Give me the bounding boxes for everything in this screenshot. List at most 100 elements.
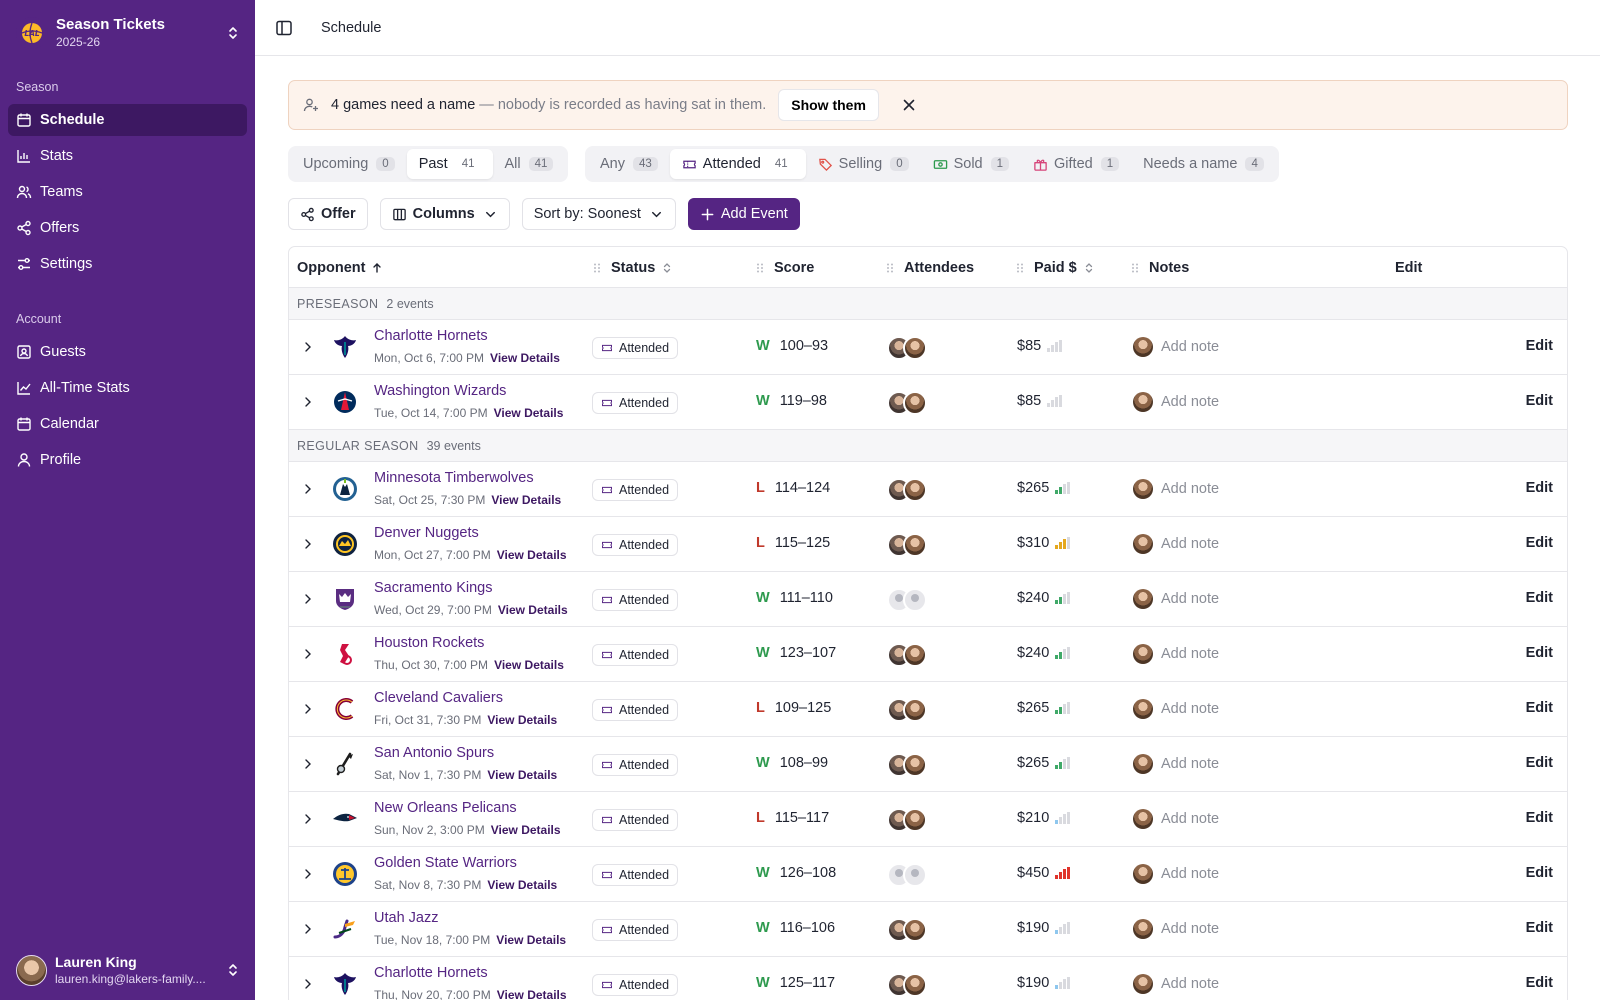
table-row[interactable]: Houston Rockets Thu, Oct 30, 7:00 PM View… (289, 627, 1567, 682)
edit-button[interactable]: Edit (1523, 975, 1553, 991)
table-row[interactable]: San Antonio Spurs Sat, Nov 1, 7:30 PM Vie… (289, 737, 1567, 792)
chevron-right-icon[interactable] (301, 647, 315, 661)
view-details-link[interactable]: View Details (487, 878, 557, 892)
opponent-name[interactable]: Houston Rockets (374, 635, 484, 651)
tab-all[interactable]: All 41 (493, 149, 566, 179)
drag-handle-icon[interactable] (884, 262, 896, 274)
chevron-right-icon[interactable] (301, 537, 315, 551)
attendees[interactable] (887, 753, 927, 777)
attendees[interactable] (887, 863, 927, 887)
attendees[interactable] (887, 588, 927, 612)
tab-gifted[interactable]: Gifted 1 (1021, 149, 1131, 179)
attendees[interactable] (887, 918, 927, 942)
attendees[interactable] (887, 336, 927, 360)
view-details-link[interactable]: View Details (498, 603, 568, 617)
table-row[interactable]: Denver Nuggets Mon, Oct 27, 7:00 PM View … (289, 517, 1567, 572)
add-note-button[interactable]: Add note (1133, 754, 1219, 774)
opponent-name[interactable]: Golden State Warriors (374, 855, 517, 871)
attendees[interactable] (887, 391, 927, 415)
view-details-link[interactable]: View Details (491, 823, 561, 837)
attendees[interactable] (887, 698, 927, 722)
table-row[interactable]: Sacramento Kings Wed, Oct 29, 7:00 PM Vie… (289, 572, 1567, 627)
offer-button[interactable]: Offer (288, 198, 368, 230)
add-note-button[interactable]: Add note (1133, 974, 1219, 994)
add-note-button[interactable]: Add note (1133, 699, 1219, 719)
attendees[interactable] (887, 478, 927, 502)
view-details-link[interactable]: View Details (487, 713, 557, 727)
close-icon[interactable] (901, 97, 917, 113)
add-note-button[interactable]: Add note (1133, 392, 1219, 412)
opponent-name[interactable]: Denver Nuggets (374, 525, 479, 541)
sidebar-toggle-icon[interactable] (275, 19, 293, 37)
column-opponent[interactable]: Opponent (297, 247, 383, 288)
columns-button[interactable]: Columns (379, 198, 510, 230)
view-details-link[interactable]: View Details (490, 351, 560, 365)
chevron-right-icon[interactable] (301, 395, 315, 409)
view-details-link[interactable]: View Details (497, 988, 567, 1000)
drag-handle-icon[interactable] (1129, 262, 1141, 274)
nav-item-teams[interactable]: Teams (8, 176, 247, 208)
chevron-right-icon[interactable] (301, 592, 315, 606)
show-them-button[interactable]: Show them (778, 89, 879, 121)
nav-item-all-time-stats[interactable]: All-Time Stats (8, 372, 247, 404)
edit-button[interactable]: Edit (1523, 393, 1553, 409)
opponent-name[interactable]: San Antonio Spurs (374, 745, 494, 761)
view-details-link[interactable]: View Details (494, 658, 564, 672)
opponent-name[interactable]: Charlotte Hornets (374, 328, 488, 344)
drag-handle-icon[interactable] (1014, 262, 1026, 274)
column-notes[interactable]: Notes (1129, 247, 1189, 288)
edit-button[interactable]: Edit (1523, 338, 1553, 354)
chevron-right-icon[interactable] (301, 340, 315, 354)
edit-button[interactable]: Edit (1523, 645, 1553, 661)
edit-button[interactable]: Edit (1523, 535, 1553, 551)
attendees[interactable] (887, 808, 927, 832)
edit-button[interactable]: Edit (1523, 865, 1553, 881)
season-switcher[interactable]: LAL Season Tickets 2025-26 (16, 14, 241, 52)
chevron-right-icon[interactable] (301, 922, 315, 936)
table-row[interactable]: Washington Wizards Tue, Oct 14, 7:00 PM V… (289, 375, 1567, 430)
nav-item-stats[interactable]: Stats (8, 140, 247, 172)
opponent-name[interactable]: Minnesota Timberwolves (374, 470, 534, 486)
nav-item-guests[interactable]: Guests (8, 336, 247, 368)
opponent-name[interactable]: Washington Wizards (374, 383, 506, 399)
chevron-right-icon[interactable] (301, 757, 315, 771)
tab-upcoming[interactable]: Upcoming 0 (291, 149, 407, 179)
chevron-right-icon[interactable] (301, 977, 315, 991)
nav-item-settings[interactable]: Settings (8, 248, 247, 280)
view-details-link[interactable]: View Details (496, 933, 566, 947)
tab-any[interactable]: Any 43 (588, 149, 670, 179)
edit-button[interactable]: Edit (1523, 810, 1553, 826)
edit-button[interactable]: Edit (1523, 700, 1553, 716)
attendees[interactable] (887, 533, 927, 557)
column-paid[interactable]: Paid $ (1014, 247, 1095, 288)
tab-needs-a-name[interactable]: Needs a name 4 (1131, 149, 1276, 179)
tab-attended[interactable]: Attended 41 (669, 149, 806, 179)
opponent-name[interactable]: Sacramento Kings (374, 580, 492, 596)
opponent-name[interactable]: Cleveland Cavaliers (374, 690, 503, 706)
table-row[interactable]: New Orleans Pelicans Sun, Nov 2, 3:00 PM… (289, 792, 1567, 847)
tab-past[interactable]: Past 41 (406, 149, 493, 179)
table-row[interactable]: Cleveland Cavaliers Fri, Oct 31, 7:30 PM… (289, 682, 1567, 737)
edit-button[interactable]: Edit (1523, 480, 1553, 496)
tab-sold[interactable]: Sold 1 (921, 149, 1021, 179)
edit-button[interactable]: Edit (1523, 920, 1553, 936)
table-row[interactable]: Charlotte Hornets Thu, Nov 20, 7:00 PM Vi… (289, 957, 1567, 1000)
attendees[interactable] (887, 973, 927, 997)
nav-item-profile[interactable]: Profile (8, 444, 247, 476)
opponent-name[interactable]: Charlotte Hornets (374, 965, 488, 981)
chevron-right-icon[interactable] (301, 482, 315, 496)
attendees[interactable] (887, 643, 927, 667)
view-details-link[interactable]: View Details (497, 548, 567, 562)
column-score[interactable]: Score (754, 247, 814, 288)
view-details-link[interactable]: View Details (491, 493, 561, 507)
chevron-right-icon[interactable] (301, 702, 315, 716)
drag-handle-icon[interactable] (591, 262, 603, 274)
chevron-right-icon[interactable] (301, 867, 315, 881)
tab-selling[interactable]: Selling 0 (806, 149, 921, 179)
opponent-name[interactable]: Utah Jazz (374, 910, 438, 926)
add-note-button[interactable]: Add note (1133, 589, 1219, 609)
user-menu[interactable]: Lauren King lauren.king@lakers-family...… (16, 952, 241, 988)
view-details-link[interactable]: View Details (487, 768, 557, 782)
nav-item-calendar[interactable]: Calendar (8, 408, 247, 440)
edit-button[interactable]: Edit (1523, 590, 1553, 606)
